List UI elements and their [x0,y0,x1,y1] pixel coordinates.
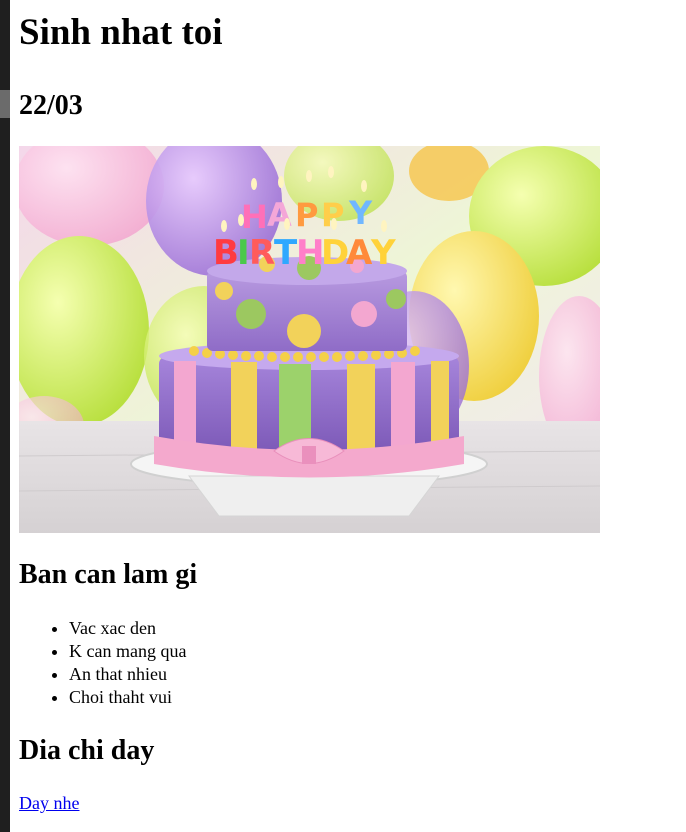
list-item: Choi thaht vui [69,686,659,709]
candle-y: Y [348,194,373,232]
list-item: An that nhieu [69,663,659,686]
candle-t: T [274,233,298,273]
list-item: Vac xac den [69,617,659,640]
address-heading: Dia chi day [19,735,155,766]
candle-d: D [321,233,349,273]
birthday-date: 22/03 [19,90,83,121]
candle-r: R [249,233,275,273]
candle-b: B [213,233,239,273]
left-window-edge [0,0,10,832]
todo-heading: Ban can lam gi [19,559,198,590]
candle-letters-happy: H A P P Y [241,194,373,236]
todo-list: Vac xac den K can mang qua An that nhieu… [19,617,659,709]
candle-y2: Y [370,233,396,273]
candle-i: I [237,233,250,273]
page-content: Sinh nhat toi 22/03 H A P P Y B I R T H … [19,0,659,814]
candle-letters-birthday: B I R T H D A Y [213,233,396,273]
list-item: K can mang qua [69,640,659,663]
left-edge-tab [0,90,10,118]
candle-h: H [241,198,268,236]
page-title: Sinh nhat toi [19,12,223,53]
birthday-cake-image: H A P P Y B I R T H D A Y [19,146,600,533]
candle-a2: A [346,233,373,273]
candle-p1: P [295,196,318,234]
address-link[interactable]: Day nhe [19,793,79,814]
